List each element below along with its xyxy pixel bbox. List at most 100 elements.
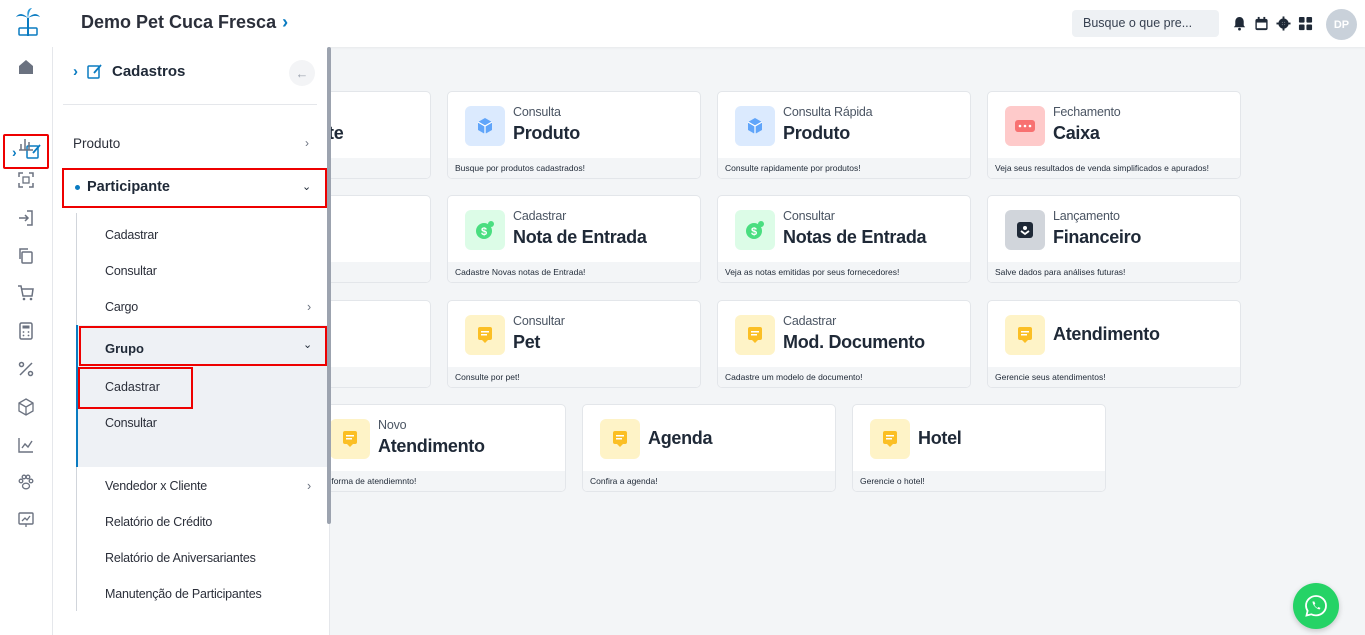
calendar-icon[interactable]	[1254, 16, 1269, 31]
card-subtitle: Fechamento	[1053, 105, 1121, 119]
card-subtitle: Consulta Rápida	[783, 105, 873, 119]
avatar[interactable]: DP	[1326, 9, 1357, 40]
card-icon: $	[735, 210, 775, 250]
card-description: Gerencie seus atendimentos!	[988, 367, 1240, 387]
whatsapp-button[interactable]	[1293, 583, 1339, 629]
card-title: Pet	[513, 332, 541, 352]
grupo-consultar-item[interactable]: Consultar	[105, 416, 157, 430]
menu-item-participante[interactable]: Participante ⌄	[62, 168, 327, 208]
card-subtitle: Consulta	[513, 105, 561, 119]
search-input[interactable]: Busque o que pre...	[1072, 10, 1219, 37]
chevron-down-icon: ⌄	[303, 339, 313, 351]
card-icon	[870, 419, 910, 459]
card-r3c3[interactable]: Cadastrar Mod. Documento Cadastre um model…	[717, 300, 971, 388]
login-icon[interactable]	[17, 209, 35, 227]
submenu-cadastrar[interactable]: Cadastrar	[105, 228, 158, 242]
arrow-left-icon: ←	[295, 65, 309, 81]
card-title: Agenda	[648, 428, 713, 448]
chevron-right-icon: ›	[307, 300, 311, 314]
card-title: Mod. Documento	[783, 332, 925, 352]
company-title[interactable]: Demo Pet Cuca Fresca ›	[81, 12, 288, 33]
card-title: Produto	[783, 123, 850, 143]
edit-icon	[87, 64, 102, 79]
company-name: Demo Pet Cuca Fresca	[81, 12, 277, 32]
panel-title: Cadastros	[112, 62, 186, 80]
bell-icon[interactable]	[1232, 16, 1247, 31]
submenu-manutencao-participantes[interactable]: Manutenção de Participantes	[105, 587, 262, 601]
divider	[63, 104, 317, 105]
card-r2c4[interactable]: Lançamento Financeiro Salve dados para aná…	[987, 195, 1241, 283]
chevron-right-icon: ›	[282, 12, 289, 32]
card-description: va forma de atendiemnto!	[313, 471, 565, 491]
submenu-grupo[interactable]: Grupo ⌄	[79, 326, 327, 366]
line-chart-icon[interactable]	[17, 436, 35, 454]
chevron-right-icon: ›	[73, 62, 78, 80]
card-title: Atendimento	[378, 436, 485, 456]
cart-icon[interactable]	[17, 284, 35, 302]
card-icon	[1005, 106, 1045, 146]
side-panel: › Cadastros ← Produto › Participante ⌄ C…	[53, 47, 330, 635]
card-r4c1[interactable]: Novo Atendimento va forma de atendiemnto!	[312, 404, 566, 492]
card-description: Confira a agenda!	[583, 471, 835, 491]
icon-rail: ›	[0, 47, 53, 635]
gear-icon[interactable]	[1276, 16, 1291, 31]
card-description: Veja as notas emitidas por seus forneced…	[718, 262, 970, 282]
percent-icon[interactable]	[17, 360, 35, 378]
card-description: Cadastre Novas notas de Entrada!	[448, 262, 700, 282]
card-r3c2[interactable]: Consultar Pet Consulte por pet!	[447, 300, 701, 388]
card-description: Consulte rapidamente por produtos!	[718, 158, 970, 178]
card-description: Veja seus resultados de venda simplifica…	[988, 158, 1240, 178]
card-subtitle: Lançamento	[1053, 209, 1120, 223]
panel-scrollbar[interactable]	[327, 47, 331, 524]
submenu-relatorio-credito[interactable]: Relatório de Crédito	[105, 515, 212, 529]
chevron-down-icon: ⌄	[302, 181, 312, 193]
logo-icon[interactable]	[12, 6, 44, 38]
card-icon: $	[465, 210, 505, 250]
card-r3c4[interactable]: Atendimento Gerencie seus atendimentos!	[987, 300, 1241, 388]
card-title: Notas de Entrada	[783, 227, 927, 247]
card-subtitle: Consultar	[783, 209, 835, 223]
card-description: Salve dados para análises futuras!	[988, 262, 1240, 282]
calculator-icon[interactable]	[17, 322, 35, 340]
active-dot	[75, 185, 80, 190]
scan-icon[interactable]	[17, 171, 35, 189]
card-icon	[600, 419, 640, 459]
svg-text:$: $	[481, 226, 487, 238]
submenu-relatorio-aniversariantes[interactable]: Relatório de Aniversariantes	[105, 551, 256, 565]
chevron-right-icon: ›	[305, 136, 309, 150]
card-description: Busque por produtos cadastrados!	[448, 158, 700, 178]
card-title: Caixa	[1053, 123, 1100, 143]
card-r2c2[interactable]: $ Cadastrar Nota de Entrada Cadastre Novas …	[447, 195, 701, 283]
card-subtitle: Cadastrar	[513, 209, 567, 223]
card-icon	[465, 315, 505, 355]
home-icon[interactable]	[17, 58, 35, 76]
card-r1c3[interactable]: Consulta Rápida Produto Consulte rapidamen…	[717, 91, 971, 179]
paw-icon[interactable]	[17, 473, 35, 491]
submenu-cargo[interactable]: Cargo ›	[105, 300, 315, 314]
top-bar: Demo Pet Cuca Fresca › Busque o que pre.…	[0, 0, 1365, 47]
card-r2c3[interactable]: $ Consultar Notas de Entrada Veja as notas …	[717, 195, 971, 283]
copy-icon[interactable]	[17, 247, 35, 265]
collapse-panel-button[interactable]: ←	[289, 60, 315, 86]
card-title: Nota de Entrada	[513, 227, 647, 247]
card-r4c3[interactable]: Hotel Gerencie o hotel!	[852, 404, 1106, 492]
card-r1c4[interactable]: Fechamento Caixa Veja seus resultados de v…	[987, 91, 1241, 179]
chevron-right-icon: ›	[12, 144, 17, 160]
submenu-consultar[interactable]: Consultar	[105, 264, 157, 278]
card-r4c2[interactable]: Agenda Confira a agenda!	[582, 404, 836, 492]
card-icon	[735, 106, 775, 146]
card-r1c2[interactable]: Consulta Produto Busque por produtos cadas…	[447, 91, 701, 179]
apps-grid-icon[interactable]	[1298, 16, 1313, 31]
card-icon	[1005, 315, 1045, 355]
box-icon[interactable]	[17, 398, 35, 416]
menu-item-produto[interactable]: Produto ›	[73, 136, 313, 151]
panel-header: › Cadastros	[73, 62, 185, 80]
submenu-vendedor-cliente[interactable]: Vendedor x Cliente ›	[105, 479, 315, 493]
card-description: Gerencie o hotel!	[853, 471, 1105, 491]
presentation-chart-icon[interactable]	[17, 511, 35, 529]
card-subtitle: Novo	[378, 418, 407, 432]
card-title: Atendimento	[1053, 324, 1160, 344]
bar-chart-icon[interactable]	[17, 134, 35, 152]
grupo-cadastrar-item[interactable]: Cadastrar	[78, 367, 193, 409]
card-description: Cadastre um modelo de documento!	[718, 367, 970, 387]
